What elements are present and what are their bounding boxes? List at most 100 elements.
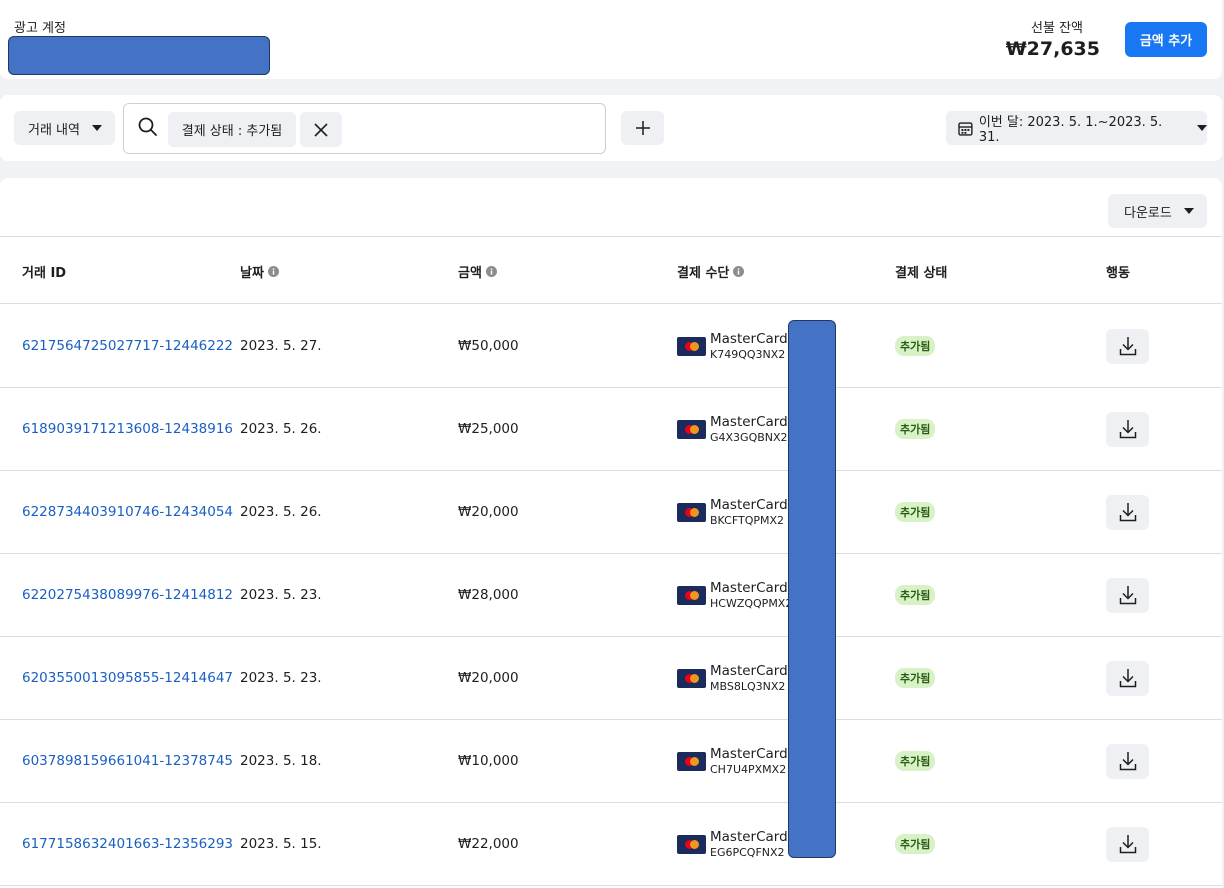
info-icon[interactable]: [733, 266, 745, 277]
mastercard-icon: [677, 419, 706, 439]
filter-chip-payment-status[interactable]: 결제 상태 : 추가됨: [168, 112, 296, 147]
download-receipt-button[interactable]: [1106, 743, 1149, 779]
amount-cell: ₩50,000: [458, 338, 519, 354]
table-header: 거래 ID 날짜 금액 결제 수단 결제 상태 행동: [0, 237, 1222, 304]
amount-cell: ₩25,000: [458, 421, 519, 437]
payment-method-name: MasterCard ·: [710, 745, 797, 762]
payment-method-cell: MasterCard · MBS8LQ3NX2: [677, 637, 796, 719]
column-header-amount[interactable]: 금액: [458, 262, 497, 281]
download-dropdown[interactable]: 다운로드: [1108, 194, 1207, 228]
download-receipt-button[interactable]: [1106, 577, 1149, 613]
download-receipt-button[interactable]: [1106, 826, 1149, 862]
column-header-payment-status[interactable]: 결제 상태: [895, 262, 947, 281]
ad-account-selector-redacted[interactable]: [8, 36, 270, 75]
account-header: 광고 계정 선불 잔액 ₩27,635 금액 추가: [0, 0, 1222, 79]
column-header-date[interactable]: 날짜: [240, 262, 279, 281]
download-icon: [1119, 752, 1136, 771]
mastercard-icon: [677, 834, 706, 854]
action-cell: [1106, 471, 1149, 553]
action-cell: [1106, 637, 1149, 719]
payment-method-name: MasterCard ·: [710, 496, 797, 513]
download-receipt-button[interactable]: [1106, 411, 1149, 447]
column-header-label: 결제 수단: [677, 266, 730, 281]
action-cell: [1106, 720, 1149, 802]
payment-status-cell: 추가됨: [895, 554, 936, 636]
date-cell: 2023. 5. 26.: [240, 504, 322, 520]
transaction-id-link[interactable]: 6177158632401663-12356293: [22, 836, 233, 852]
payment-status-cell: 추가됨: [895, 637, 936, 719]
table-row: 6189039171213608-12438916 2023. 5. 26. ₩25…: [0, 388, 1222, 471]
table-row: 6220275438089976-12414812 2023. 5. 23. ₩28…: [0, 554, 1222, 637]
status-badge: 추가됨: [895, 834, 936, 854]
transaction-id-link[interactable]: 6203550013095855-12414647: [22, 670, 233, 686]
amount-cell: ₩28,000: [458, 587, 519, 603]
payment-method-code: HCWZQQPMX2: [710, 596, 793, 610]
transaction-id-cell: 6203550013095855-12414647: [22, 637, 233, 719]
transaction-id-cell: 6220275438089976-12414812: [22, 554, 233, 636]
payment-method-cell: MasterCard · K749QQ3NX2: [677, 305, 796, 387]
amount-cell: ₩20,000: [458, 504, 519, 520]
date-range-dropdown[interactable]: 이번 달: 2023. 5. 1.~2023. 5. 31.: [946, 111, 1207, 145]
payment-status-cell: 추가됨: [895, 471, 936, 553]
payment-method-cell: MasterCard · BKCFTQPMX2: [677, 471, 796, 553]
prepaid-balance-label: 선불 잔액: [1031, 21, 1083, 36]
payment-status-cell: 추가됨: [895, 720, 936, 802]
status-badge: 추가됨: [895, 336, 936, 356]
payment-status-cell: 추가됨: [895, 305, 936, 387]
ad-account-label: 광고 계정: [14, 21, 66, 36]
payment-method-code: EG6PCQFNX2: [710, 845, 785, 859]
filter-search-box[interactable]: 결제 상태 : 추가됨: [123, 103, 606, 154]
action-cell: [1106, 305, 1149, 387]
status-badge: 추가됨: [895, 419, 936, 439]
download-receipt-button[interactable]: [1106, 328, 1149, 364]
download-icon: [1119, 669, 1136, 688]
action-cell: [1106, 388, 1149, 470]
info-icon[interactable]: [485, 266, 497, 277]
payment-method-redacted: [788, 320, 836, 858]
column-header-payment-method[interactable]: 결제 수단: [677, 262, 745, 281]
transaction-id-cell: 6037898159661041-12378745: [22, 720, 233, 802]
transaction-id-cell: 6189039171213608-12438916: [22, 388, 233, 470]
caret-down-icon: [91, 125, 102, 131]
prepaid-balance-value: ₩27,635: [1005, 38, 1100, 60]
download-icon: [1119, 503, 1136, 522]
transactions-table-card: 다운로드 거래 ID 날짜 금액 결제 수단 결제 상태 행동 62175647…: [0, 178, 1222, 888]
remove-filter-button[interactable]: [300, 112, 342, 147]
download-icon: [1119, 420, 1136, 439]
payment-method-name: MasterCard ·: [710, 413, 797, 430]
table-row: 6203550013095855-12414647 2023. 5. 23. ₩20…: [0, 637, 1222, 720]
payment-status-cell: 추가됨: [895, 388, 936, 470]
download-receipt-button[interactable]: [1106, 660, 1149, 696]
transaction-history-label: 거래 내역: [28, 122, 80, 138]
transaction-id-link[interactable]: 6037898159661041-12378745: [22, 753, 233, 769]
add-filter-button[interactable]: [621, 111, 664, 145]
filter-bar: 거래 내역 결제 상태 : 추가됨 이번 달: 2023. 5. 1.~2023…: [0, 95, 1222, 161]
add-funds-button[interactable]: 금액 추가: [1125, 22, 1207, 57]
payment-status-cell: 추가됨: [895, 803, 936, 885]
date-cell: 2023. 5. 23.: [240, 670, 322, 686]
column-header-label: 행동: [1106, 266, 1130, 281]
transaction-id-link[interactable]: 6189039171213608-12438916: [22, 421, 233, 437]
amount-cell: ₩20,000: [458, 670, 519, 686]
date-cell: 2023. 5. 23.: [240, 587, 322, 603]
plus-icon: [635, 121, 650, 135]
date-cell: 2023. 5. 27.: [240, 338, 322, 354]
payment-method-code: BKCFTQPMX2: [710, 513, 785, 527]
mastercard-icon: [677, 751, 706, 771]
mastercard-icon: [677, 585, 706, 605]
caret-down-icon: [1183, 208, 1194, 214]
payment-method-code: G4X3GQBNX2: [710, 430, 788, 444]
transaction-history-dropdown[interactable]: 거래 내역: [14, 111, 115, 145]
download-receipt-button[interactable]: [1106, 494, 1149, 530]
calendar-icon: [958, 121, 973, 136]
transaction-id-link[interactable]: 6228734403910746-12434054: [22, 504, 233, 520]
payment-method-cell: MasterCard · G4X3GQBNX2: [677, 388, 796, 470]
transaction-id-link[interactable]: 6217564725027717-12446222: [22, 338, 233, 354]
table-row: 6228734403910746-12434054 2023. 5. 26. ₩20…: [0, 471, 1222, 554]
column-header-transaction-id[interactable]: 거래 ID: [22, 262, 66, 281]
transaction-id-link[interactable]: 6220275438089976-12414812: [22, 587, 233, 603]
column-header-action: 행동: [1106, 262, 1130, 281]
info-icon[interactable]: [267, 266, 279, 277]
date-cell: 2023. 5. 26.: [240, 421, 322, 437]
status-badge: 추가됨: [895, 502, 936, 522]
